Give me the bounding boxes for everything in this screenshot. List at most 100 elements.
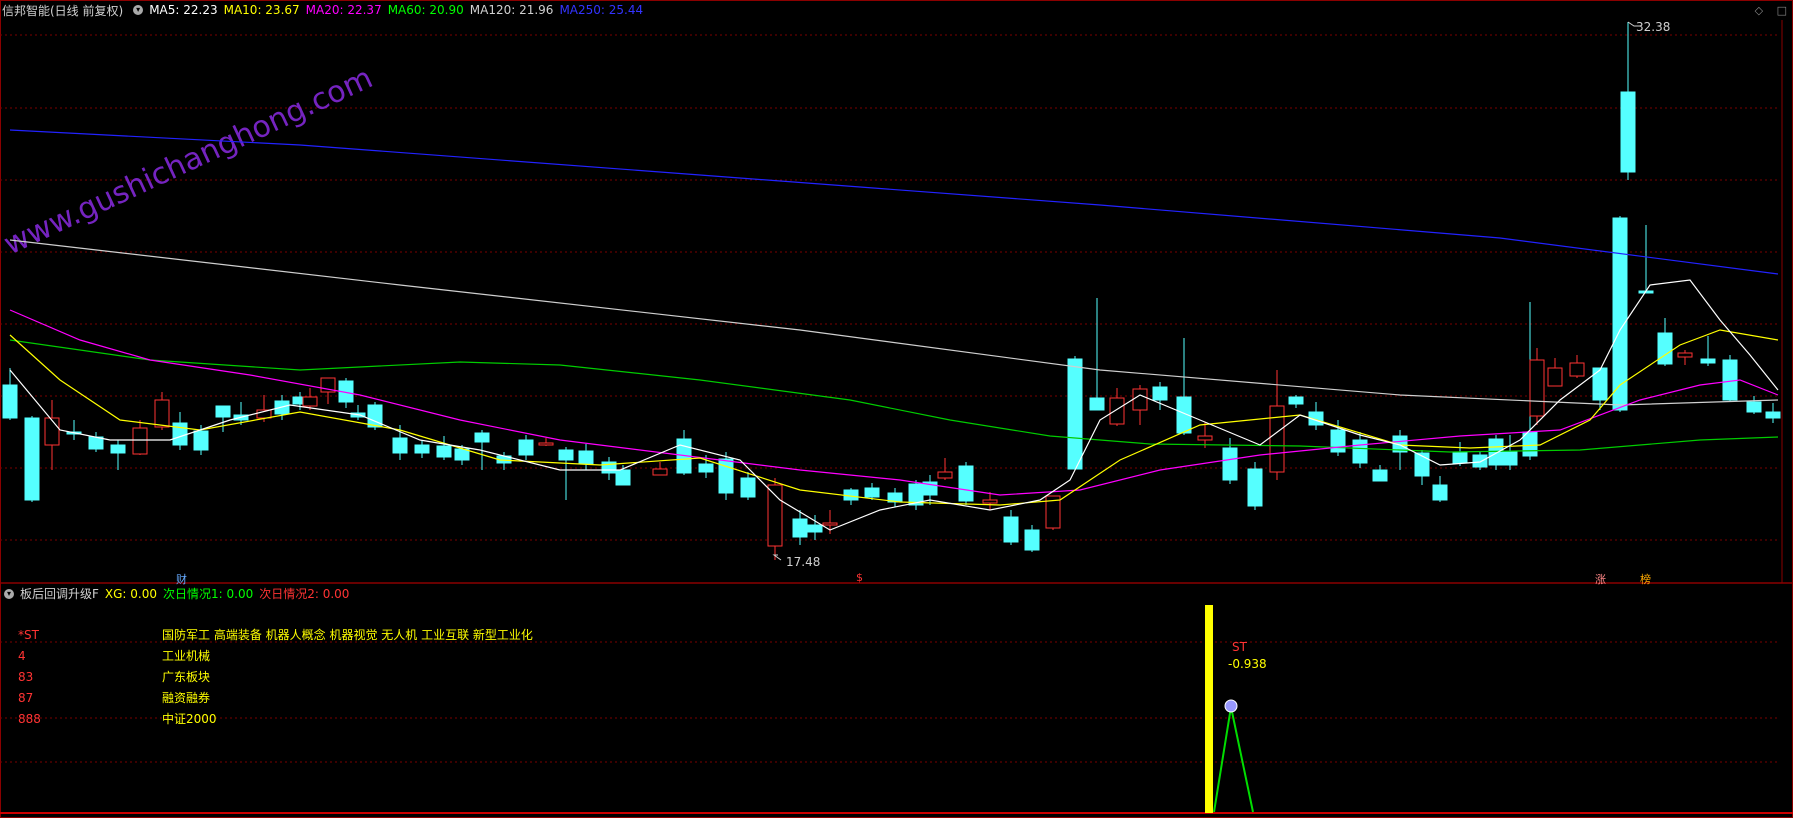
marker-cai: 财 [176,573,187,586]
signal-line [1213,706,1254,813]
candle-body [740,477,756,498]
candle-body [1288,396,1304,405]
diamond-icon[interactable]: ◇ [1755,4,1763,17]
indicator-name: 板后回调升级F [20,587,99,601]
candle-body [767,484,783,547]
candle-body [1372,469,1388,482]
candle-body [1109,397,1125,425]
ma5-label: MA5: 22.23 [149,3,218,17]
low-price-label: 17.48 [786,555,821,569]
chart-legend: 信邦智能(日线 前复权) ▾ MA5: 22.23 MA10: 23.67 MA… [0,0,649,20]
collapse-icon[interactable]: ▾ [133,5,144,15]
candle-body [1089,397,1105,411]
info-row: 4 工业机械 [18,649,211,663]
candle-body [615,469,631,486]
indicator-legend: ▾ 板后回调升级F XG: 0.00 次日情况1: 0.00 次日情况2: 0.… [0,585,355,602]
signal-value: -0.938 [1228,657,1267,671]
candle-body [822,522,838,526]
candle-body [132,427,148,455]
ma120-line [9,239,1779,406]
candle-body [958,465,974,502]
ma120-label: MA120: 21.96 [469,3,554,17]
candle-body [154,399,170,428]
candle-body [1247,468,1263,507]
watermark: www.gushichanghong.com [0,60,378,262]
candle-body [792,518,808,538]
candle-body [1452,451,1468,464]
ma10-label: MA10: 23.67 [223,3,300,17]
marker-bang: 榜 [1640,573,1651,586]
candle-body [538,442,554,446]
candle-body [518,439,534,456]
indicator-collapse-icon[interactable]: ▾ [4,588,14,599]
candle-body [1569,362,1585,377]
candle-body [436,445,452,458]
candle-body [864,487,880,498]
candle-body [392,437,408,454]
candle-body [1677,352,1693,358]
candle-body [2,384,18,419]
candle-body [474,432,490,443]
candle-body [88,436,104,450]
candle-body [193,430,209,451]
xg-bar [1205,605,1213,813]
marker-zhang: 涨 [1595,573,1606,586]
stock-title: 信邦智能(日线 前复权) [2,3,124,18]
next1-label: 次日情况1: 0.00 [163,587,254,601]
candle-body [807,524,823,533]
info-row: 83 广东板块 [18,670,211,684]
candle-body [1197,435,1213,441]
candle-body [414,444,430,454]
candle-body [1592,367,1608,401]
info-row: 888 中证2000 [18,712,217,726]
candle-body [1620,91,1636,173]
signal-label: ST [1232,640,1247,654]
candle-body [1152,386,1168,401]
candle-body [1765,411,1781,419]
signal-icon [1224,699,1238,713]
candle-body [1722,359,1738,401]
candle-body [982,499,998,504]
candle-body [1330,429,1346,453]
candle-body [1657,332,1673,365]
candle-body [1024,529,1040,551]
candle-body [110,444,126,454]
candle-body [937,471,953,479]
next2-label: 次日情况2: 0.00 [259,587,350,601]
candle-body [1067,358,1083,470]
candle-body [1432,484,1448,501]
top-icons: ◇ □ [1745,4,1787,17]
stock-info-list: *ST 国防军工 高端装备 机器人概念 机器视觉 无人机 工业互联 新型工业化 4… [18,625,533,730]
candle-body [1547,367,1563,387]
candle-body [215,405,231,418]
candle-body [1529,359,1545,417]
candle-body [578,450,594,465]
square-icon[interactable]: □ [1777,4,1787,17]
ma250-label: MA250: 25.44 [559,3,644,17]
candle-body [1502,451,1518,466]
xg-label: XG: 0.00 [104,586,158,601]
candle-body [1132,388,1148,411]
candle-body [1488,438,1504,466]
info-row: 87 融资融券 [18,691,211,705]
ma20-label: MA20: 22.37 [305,3,382,17]
candle-body [718,458,734,494]
candle-body [44,417,60,446]
candle-body [24,417,40,501]
candle-body [1269,405,1285,473]
high-price-label: 32.38 [1636,20,1671,34]
ma60-label: MA60: 20.90 [387,3,464,17]
candle-body [302,396,318,407]
candle-body [1472,454,1488,468]
candle-body [1222,447,1238,481]
marker-dollar: $ [856,571,863,584]
candle-body [1352,439,1368,464]
ma10-line [9,329,1779,506]
candle-body [1700,358,1716,364]
candle-body [1746,401,1762,413]
candle-body [698,463,714,473]
info-row: *ST 国防军工 高端装备 机器人概念 机器视觉 无人机 工业互联 新型工业化 [18,628,533,642]
candle-body [1003,516,1019,543]
candle-body [652,468,668,476]
candle-body [558,449,574,461]
